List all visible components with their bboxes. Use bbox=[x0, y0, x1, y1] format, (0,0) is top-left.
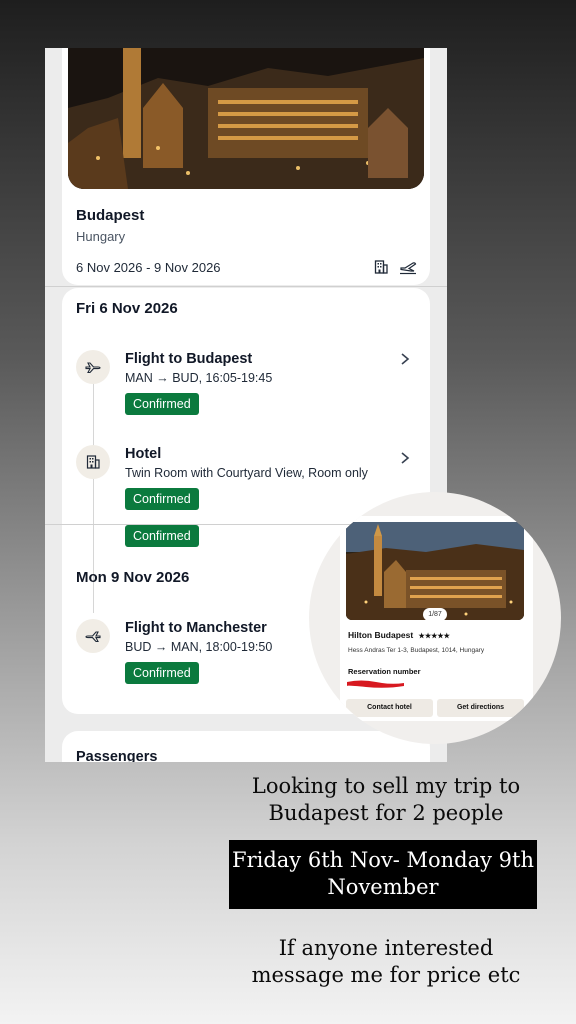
hotel-photo[interactable]: 1/87 bbox=[346, 522, 524, 620]
budapest-hero-photo bbox=[68, 48, 424, 189]
passengers-card[interactable]: Passengers bbox=[62, 731, 430, 762]
status-badge: Confirmed bbox=[125, 662, 199, 684]
caption-text: If anyone interested message me for pric… bbox=[251, 936, 521, 987]
castle-night-illustration bbox=[68, 48, 424, 189]
item-subtitle: BUD → MAN, 18:00-19:50 bbox=[125, 640, 273, 654]
divider bbox=[45, 286, 447, 287]
destination-country: Hungary bbox=[76, 229, 126, 244]
hotel-address: Hess Andras Ter 1-3, Budapest, 1014, Hun… bbox=[348, 647, 485, 654]
caption-text: Looking to sell my trip to Budapest for … bbox=[251, 774, 521, 825]
status-badge: Confirmed bbox=[125, 393, 199, 415]
day-title: Fri 6 Nov 2026 bbox=[76, 300, 178, 317]
get-directions-button[interactable]: Get directions bbox=[437, 699, 524, 717]
trip-dates: 6 Nov 2026 - 9 Nov 2026 bbox=[76, 260, 221, 275]
contact-hotel-button[interactable]: Contact hotel bbox=[346, 699, 433, 717]
item-subtitle: Twin Room with Courtyard View, Room only bbox=[125, 466, 368, 480]
hotel-card: 1/87 Hilton Budapest ★★★★★ Hess Andras T… bbox=[340, 516, 533, 721]
building-icon bbox=[373, 259, 389, 280]
status-badge: Confirmed bbox=[125, 525, 199, 547]
chevron-right-icon[interactable] bbox=[400, 352, 410, 371]
star-rating: ★★★★★ bbox=[418, 633, 450, 640]
reservation-label: Reservation number bbox=[348, 667, 421, 676]
plane-icon bbox=[76, 350, 110, 384]
passengers-title: Passengers bbox=[76, 749, 158, 762]
hotel-inset-bubble: 1/87 Hilton Budapest ★★★★★ Hess Andras T… bbox=[309, 492, 561, 744]
chevron-right-icon[interactable] bbox=[400, 451, 410, 470]
item-title[interactable]: Flight to Manchester bbox=[125, 620, 267, 636]
plane-icon bbox=[76, 619, 110, 653]
destination-name: Budapest bbox=[76, 207, 145, 224]
status-badge: Confirmed bbox=[125, 488, 199, 510]
hotel-name-row: Hilton Budapest ★★★★★ bbox=[348, 630, 450, 640]
item-subtitle: MAN → BUD, 16:05-19:45 bbox=[125, 371, 273, 385]
item-title[interactable]: Flight to Budapest bbox=[125, 351, 252, 367]
redaction-scribble bbox=[346, 680, 404, 688]
hotel-name: Hilton Budapest bbox=[348, 630, 414, 640]
building-icon bbox=[76, 445, 110, 479]
hotel-photo-illustration bbox=[346, 522, 524, 620]
caption-highlight: Friday 6th Nov- Monday 9th November bbox=[229, 840, 537, 909]
plane-icon bbox=[399, 259, 417, 280]
day-title: Mon 9 Nov 2026 bbox=[76, 569, 190, 586]
photo-counter: 1/87 bbox=[423, 608, 447, 620]
item-title[interactable]: Hotel bbox=[125, 446, 161, 462]
destination-card[interactable]: Budapest Hungary 6 Nov 2026 - 9 Nov 2026 bbox=[62, 48, 430, 285]
